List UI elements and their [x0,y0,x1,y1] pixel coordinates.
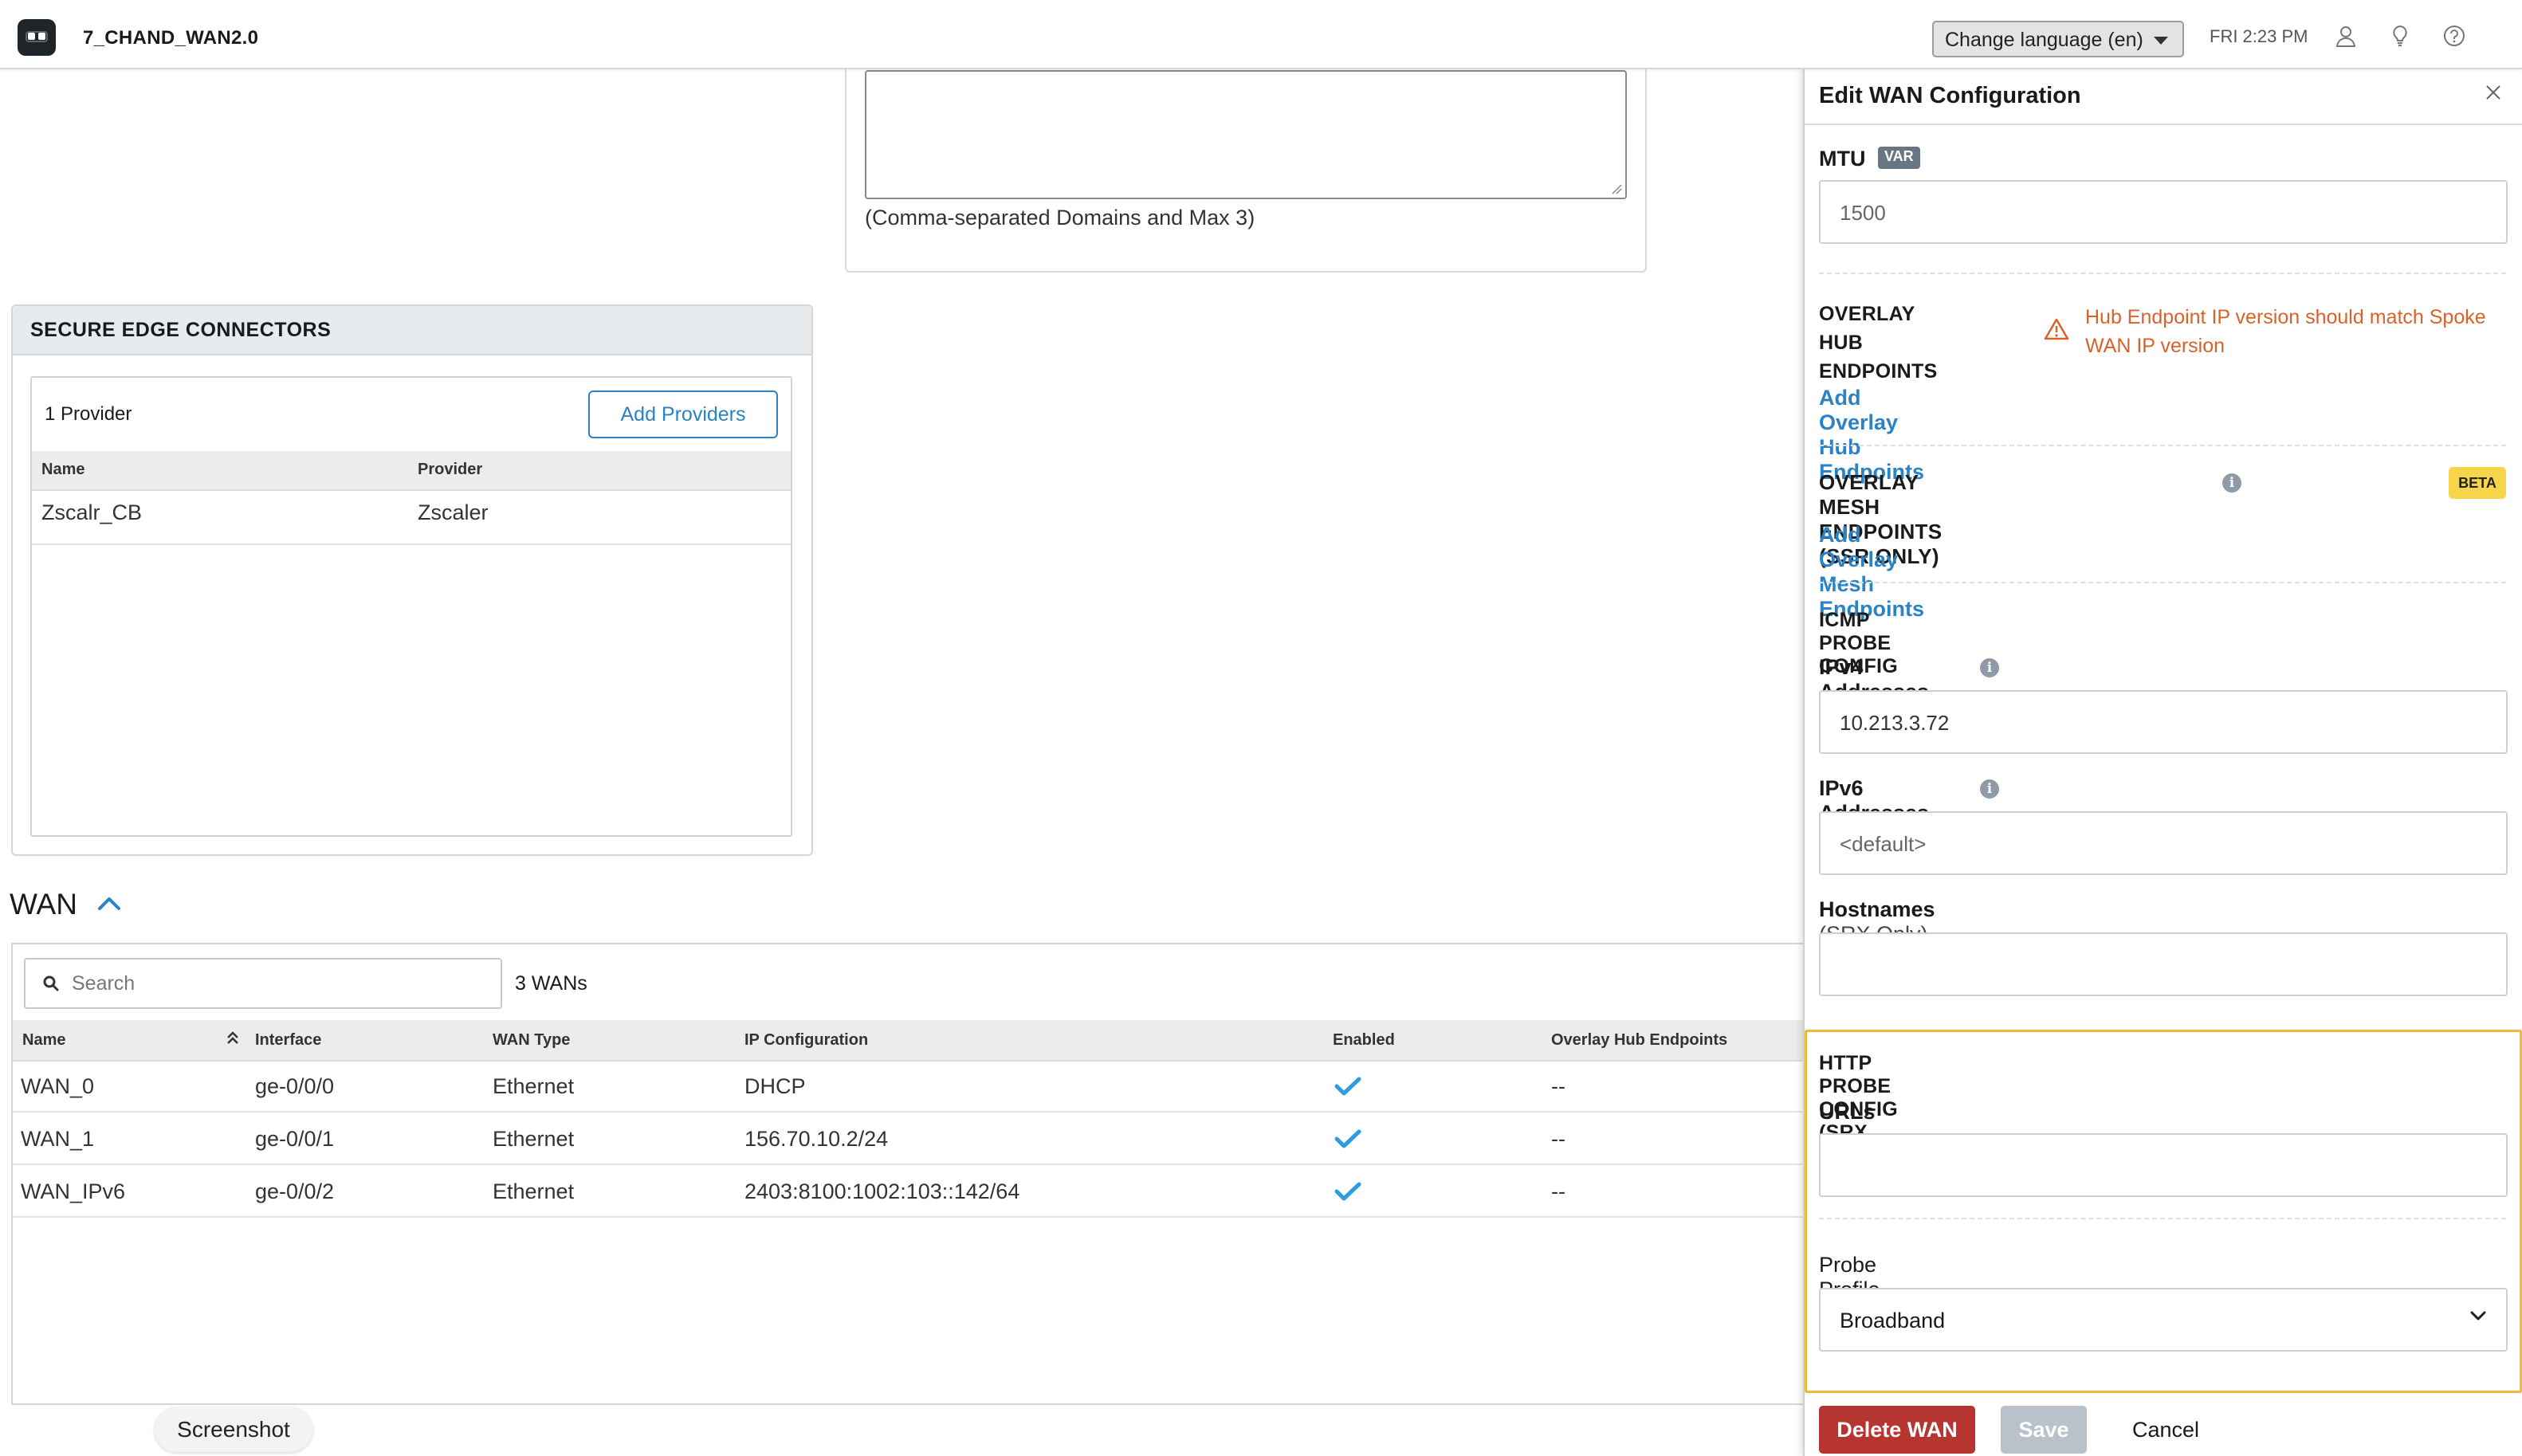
wan-row-type: Ethernet [493,1179,575,1203]
beta-badge: BETA [2449,467,2506,499]
provider-count: 1 Provider [45,403,132,425]
wan-row-type: Ethernet [493,1127,575,1151]
save-button[interactable]: Save [2001,1406,2087,1454]
row-divider [13,1216,1805,1218]
row-divider [13,1164,1805,1165]
urls-input[interactable] [1819,1133,2508,1197]
column-header-name[interactable]: Name [22,1031,65,1050]
delete-wan-button[interactable]: Delete WAN [1819,1406,1975,1454]
enabled-check-icon [1334,1129,1361,1148]
lightbulb-icon[interactable] [2388,24,2412,48]
column-header-interface[interactable]: Interface [255,1031,321,1050]
warning-line2: WAN IP version [2085,335,2225,357]
column-header-name[interactable]: Name [41,461,84,479]
overlay-hub-warning: Hub Endpoint IP version should match Spo… [2085,303,2508,360]
wan-row-name[interactable]: WAN_0 [21,1074,94,1099]
overlay-hub-label-line1: OVERLAY HUB [1819,303,1915,354]
provider-row-name[interactable]: Zscalr_CB [41,500,142,525]
section-divider [1819,445,2506,446]
mtu-input[interactable]: 1500 [1819,180,2508,244]
wan-search-input[interactable] [72,961,494,1006]
cancel-button[interactable]: Cancel [2114,1406,2218,1454]
wan-row-type: Ethernet [493,1074,575,1098]
info-icon[interactable]: i [1980,658,1999,677]
column-header-overlay-hub-endpoints[interactable]: Overlay Hub Endpoints [1551,1031,1727,1050]
warning-line1: Hub Endpoint IP version should match Spo… [2085,306,2486,328]
column-header-ip-configuration[interactable]: IP Configuration [744,1031,868,1050]
providers-table-header [32,451,791,491]
warning-icon [2044,318,2069,340]
wan-row-overlay: -- [1551,1074,1565,1098]
row-divider [32,544,791,545]
wan-row-overlay: -- [1551,1127,1565,1151]
column-header-wan-type[interactable]: WAN Type [493,1031,570,1050]
wan-row-ip: 2403:8100:1002:103::142/64 [744,1179,1020,1203]
wan-count: 3 WANs [515,972,587,995]
secure-edge-title: SECURE EDGE CONNECTORS [30,319,332,341]
sort-ascending-icon[interactable] [225,1030,241,1047]
enabled-check-icon [1334,1182,1361,1201]
urls-label: URLs [1819,1100,1876,1124]
help-icon[interactable] [2442,24,2466,48]
language-select[interactable]: Change language (en) [1932,21,2184,57]
clock: FRI 2:23 PM [2210,26,2308,46]
enabled-check-icon [1334,1077,1361,1096]
section-divider [1819,582,2506,583]
wan-row-ip: 156.70.10.2/24 [744,1127,889,1151]
hostnames-input[interactable] [1819,932,2508,996]
info-icon[interactable]: i [2222,473,2241,493]
close-icon[interactable] [2484,83,2503,102]
row-divider [13,1111,1805,1113]
wan-row-interface: ge-0/0/2 [255,1179,335,1203]
wan-row-name[interactable]: WAN_IPv6 [21,1179,125,1204]
overlay-hub-label: OVERLAY HUB ENDPOINTS [1819,300,1938,386]
language-select-label: Change language (en) [1945,29,2143,51]
probe-profile-value: Broadband [1840,1309,1946,1332]
resize-handle-icon[interactable] [1611,183,1622,194]
ipv4-input[interactable]: 10.213.3.72 [1819,690,2508,754]
overlay-hub-label-line2: ENDPOINTS [1819,360,1938,383]
wan-table-panel [11,943,1805,1405]
providers-table-container [30,376,792,837]
var-badge: VAR [1878,147,1920,169]
column-header-enabled[interactable]: Enabled [1333,1031,1395,1050]
wan-row-ip: DHCP [744,1074,806,1098]
section-divider [1819,273,2506,274]
wan-row-interface: ge-0/0/0 [255,1074,335,1098]
wan-row-overlay: -- [1551,1179,1565,1203]
search-icon [43,975,59,991]
chevron-up-icon[interactable] [97,894,121,912]
provider-row-provider: Zscaler [418,500,489,524]
add-overlay-mesh-endpoints-link[interactable]: Add Overlay Mesh Endpoints [1819,523,1924,622]
dns-domains-textarea[interactable] [865,70,1627,199]
section-divider [1819,1218,2506,1219]
user-icon[interactable] [2334,24,2358,48]
caret-down-icon [2154,37,2168,45]
info-icon[interactable]: i [1980,779,1999,799]
chevron-down-icon [2470,1311,2486,1321]
wan-section-title: WAN [10,888,77,920]
probe-profile-select[interactable]: Broadband [1819,1288,2508,1352]
app-logo-icon[interactable] [18,19,56,56]
drawer-title: Edit WAN Configuration [1819,83,2081,108]
wan-row-name[interactable]: WAN_1 [21,1127,94,1152]
ipv6-input[interactable]: <default> [1819,811,2508,875]
dns-domains-hint: (Comma-separated Domains and Max 3) [865,206,1255,230]
site-name: 7_CHAND_WAN2.0 [83,27,259,49]
screenshot-button[interactable]: Screenshot [155,1407,312,1452]
wan-row-interface: ge-0/0/1 [255,1127,335,1151]
add-providers-button[interactable]: Add Providers [588,390,778,438]
mtu-label: MTU [1819,147,1866,171]
column-header-provider[interactable]: Provider [418,461,482,479]
hostnames-label-text: Hostnames [1819,897,1935,921]
top-bar: 7_CHAND_WAN2.0 Change language (en) FRI … [0,0,2522,69]
